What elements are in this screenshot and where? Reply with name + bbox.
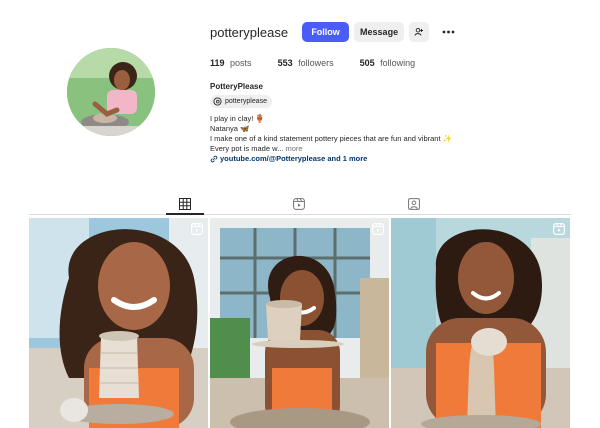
- post-image: [391, 218, 570, 428]
- bio-line-truncated: Every pot is made w... more: [210, 144, 510, 154]
- message-button[interactable]: Message: [354, 22, 405, 42]
- reel-icon: [191, 223, 203, 235]
- bio-more-link[interactable]: more: [285, 144, 302, 153]
- grid-icon: [179, 198, 191, 210]
- more-options-button[interactable]: [440, 22, 456, 42]
- reels-icon: [293, 198, 305, 210]
- posts-label: posts: [230, 58, 252, 68]
- bio-link-text: youtube.com/@Potteryplease and 1 more: [220, 154, 368, 163]
- follow-button[interactable]: Follow: [302, 22, 350, 42]
- posts-stat: 119 posts: [210, 58, 252, 68]
- reel-icon: [553, 223, 565, 235]
- profile-stats: 119 posts 553 followers 505 following: [210, 58, 441, 68]
- tagged-icon: [408, 198, 420, 210]
- post-thumbnail[interactable]: [29, 218, 208, 428]
- post-thumbnail[interactable]: [210, 218, 389, 428]
- post-thumbnail[interactable]: [391, 218, 570, 428]
- bio-line: Natanya 🦋: [210, 124, 250, 133]
- followers-stat[interactable]: 553 followers: [278, 58, 334, 68]
- followers-label: followers: [298, 58, 334, 68]
- link-icon: [210, 155, 218, 163]
- avatar-image: [67, 48, 155, 136]
- more-icon: [442, 30, 454, 34]
- post-image: [210, 218, 389, 428]
- posts-count: 119: [210, 58, 225, 68]
- reel-icon: [372, 223, 384, 235]
- add-user-icon: [414, 27, 424, 36]
- threads-icon: [213, 97, 222, 106]
- posts-grid: [29, 218, 572, 428]
- active-tab-indicator: [166, 213, 204, 215]
- following-label: following: [380, 58, 416, 68]
- bio-line: I make one of a kind statement pottery p…: [210, 134, 452, 143]
- followers-count: 553: [277, 58, 293, 68]
- tab-reels[interactable]: [291, 196, 307, 212]
- profile-full-name: PotteryPlease: [210, 82, 263, 91]
- bio-external-link[interactable]: youtube.com/@Potteryplease and 1 more: [210, 154, 510, 164]
- suggested-accounts-button[interactable]: [409, 22, 430, 42]
- profile-username: potteryplease: [210, 24, 289, 40]
- tabs-divider: [29, 214, 571, 215]
- following-stat[interactable]: 505 following: [360, 58, 416, 68]
- tab-posts[interactable]: [177, 196, 193, 212]
- profile-avatar[interactable]: [67, 48, 155, 136]
- following-count: 505: [359, 58, 375, 68]
- bio-line: I play in clay! 🏺: [210, 114, 265, 123]
- bio-line: Every pot is made w...: [210, 144, 284, 153]
- threads-badge[interactable]: potteryplease: [210, 95, 273, 108]
- post-image: [29, 218, 208, 428]
- profile-bio: I play in clay! 🏺 Natanya 🦋 I make one o…: [210, 114, 510, 164]
- tab-tagged[interactable]: [406, 196, 422, 212]
- threads-handle: potteryplease: [225, 98, 268, 105]
